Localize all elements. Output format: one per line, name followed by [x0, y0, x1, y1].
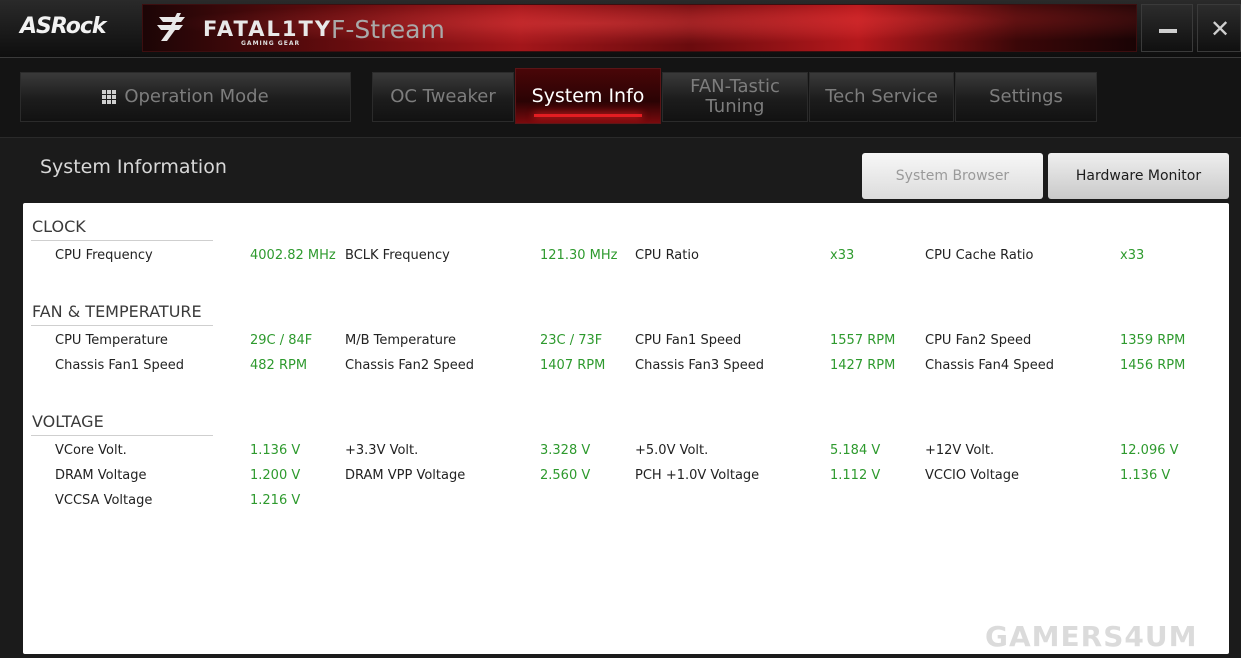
tab-fan-tastic-tuning[interactable]: FAN-Tastic Tuning — [662, 72, 808, 122]
info-row: VCCSA Voltage 1.216 V — [23, 493, 1229, 513]
fatality-wordmark: FATAL1TY — [203, 17, 333, 41]
info-label: +12V Volt. — [925, 443, 995, 458]
info-value: 23C / 73F — [540, 333, 603, 348]
info-label: M/B Temperature — [345, 333, 456, 348]
watermark: GAMERS4UM — [985, 620, 1198, 653]
tab-tech-service[interactable]: Tech Service — [809, 72, 954, 122]
info-label: VCore Volt. — [55, 443, 127, 458]
system-info-panel: CLOCK CPU Frequency 4002.82 MHz BCLK Fre… — [23, 203, 1229, 654]
tab-tech-service-label: Tech Service — [825, 86, 938, 107]
info-value: 1557 RPM — [830, 333, 896, 348]
info-value: 1359 RPM — [1120, 333, 1186, 348]
info-value: 1407 RPM — [540, 358, 606, 373]
tab-oc-tweaker[interactable]: OC Tweaker — [372, 72, 514, 122]
info-label: CPU Fan2 Speed — [925, 333, 1032, 348]
system-browser-button[interactable]: System Browser — [862, 153, 1043, 199]
fatality-logo-icon — [157, 13, 185, 41]
page-title: System Information — [40, 156, 227, 178]
info-value: 121.30 MHz — [540, 248, 618, 263]
info-label: Chassis Fan1 Speed — [55, 358, 184, 373]
info-row: DRAM Voltage 1.200 V DRAM VPP Voltage 2.… — [23, 468, 1229, 488]
clock-section-header: CLOCK — [31, 207, 213, 241]
tab-fan-tuning-label-1: FAN-Tastic — [690, 76, 780, 97]
fan-temperature-section-header: FAN & TEMPERATURE — [31, 292, 213, 326]
minimize-button[interactable] — [1141, 4, 1193, 52]
info-label: Chassis Fan3 Speed — [635, 358, 764, 373]
info-row: CPU Temperature 29C / 84F M/B Temperatur… — [23, 333, 1229, 353]
tab-settings[interactable]: Settings — [955, 72, 1097, 122]
app-title: F-Stream — [331, 15, 445, 44]
info-value: 2.560 V — [540, 468, 591, 483]
info-label: BCLK Frequency — [345, 248, 450, 263]
fatality-subtitle: GAMING GEAR — [241, 40, 301, 47]
info-label: CPU Frequency — [55, 248, 153, 263]
info-row: CPU Frequency 4002.82 MHz BCLK Frequency… — [23, 248, 1229, 268]
info-row: VCore Volt. 1.136 V +3.3V Volt. 3.328 V … — [23, 443, 1229, 463]
title-bar: ASRock FATAL1TY GAMING GEAR F-Stream ✕ — [0, 0, 1241, 58]
info-label: Chassis Fan4 Speed — [925, 358, 1054, 373]
info-label: +5.0V Volt. — [635, 443, 709, 458]
info-label: DRAM Voltage — [55, 468, 147, 483]
main-nav: Operation Mode OC Tweaker System Info FA… — [0, 58, 1241, 138]
minimize-icon — [1159, 29, 1177, 33]
grid-icon — [102, 90, 117, 104]
info-value: 3.328 V — [540, 443, 591, 458]
info-value: 1.112 V — [830, 468, 881, 483]
info-label: CPU Fan1 Speed — [635, 333, 742, 348]
close-icon: ✕ — [1210, 15, 1231, 43]
tab-fan-tuning-label-2: Tuning — [705, 96, 765, 117]
info-value: 5.184 V — [830, 443, 881, 458]
info-label: PCH +1.0V Voltage — [635, 468, 760, 483]
tab-operation-mode[interactable]: Operation Mode — [20, 72, 351, 122]
info-value: 29C / 84F — [250, 333, 313, 348]
info-value: 482 RPM — [250, 358, 308, 373]
info-label: CPU Temperature — [55, 333, 168, 348]
tab-operation-mode-label: Operation Mode — [124, 86, 269, 107]
info-value: 1427 RPM — [830, 358, 896, 373]
close-button[interactable]: ✕ — [1197, 4, 1241, 52]
hardware-monitor-button[interactable]: Hardware Monitor — [1048, 153, 1229, 199]
info-label: CPU Ratio — [635, 248, 699, 263]
tab-settings-label: Settings — [989, 86, 1063, 107]
info-label: Chassis Fan2 Speed — [345, 358, 474, 373]
info-value: x33 — [1120, 248, 1145, 263]
info-value: 4002.82 MHz — [250, 248, 336, 263]
voltage-section-header: VOLTAGE — [31, 402, 213, 436]
asrock-logo: ASRock — [20, 14, 107, 39]
brand-banner: FATAL1TY GAMING GEAR F-Stream — [142, 4, 1137, 52]
info-value: 1.136 V — [250, 443, 301, 458]
tab-oc-tweaker-label: OC Tweaker — [390, 86, 496, 107]
info-label: VCCIO Voltage — [925, 468, 1020, 483]
info-label: CPU Cache Ratio — [925, 248, 1034, 263]
info-value: 1.136 V — [1120, 468, 1171, 483]
info-value: 1456 RPM — [1120, 358, 1186, 373]
info-label: DRAM VPP Voltage — [345, 468, 466, 483]
tab-system-info[interactable]: System Info — [515, 68, 661, 124]
info-value: 1.216 V — [250, 493, 301, 508]
info-value: x33 — [830, 248, 855, 263]
info-label: +3.3V Volt. — [345, 443, 419, 458]
info-value: 1.200 V — [250, 468, 301, 483]
info-value: 12.096 V — [1120, 443, 1179, 458]
info-row: Chassis Fan1 Speed 482 RPM Chassis Fan2 … — [23, 358, 1229, 378]
tab-system-info-label: System Info — [531, 85, 645, 107]
info-label: VCCSA Voltage — [55, 493, 153, 508]
